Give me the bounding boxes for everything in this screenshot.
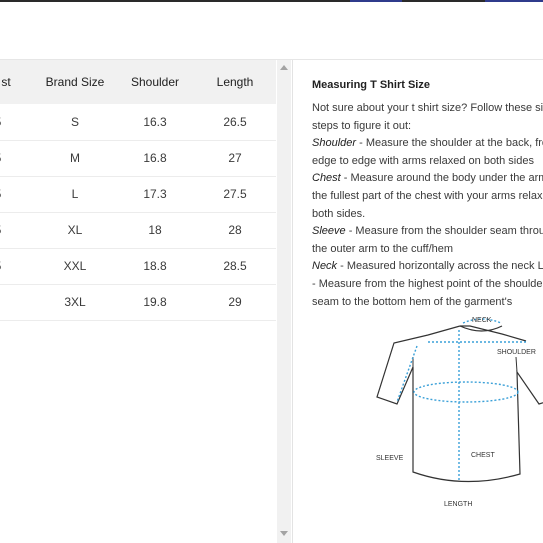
- top-bar-accent: [485, 0, 543, 2]
- table-row: 5 XXL 18.8 28.5: [0, 248, 276, 285]
- scroll-up-arrow-icon[interactable]: [280, 65, 288, 70]
- length-label: LENGTH: [444, 501, 472, 508]
- table-row: 5 L 17.3 27.5: [0, 176, 276, 213]
- table-scrollbar[interactable]: [277, 60, 291, 543]
- cell-length: 26.5: [223, 115, 247, 129]
- cell-chest: 5: [0, 115, 8, 129]
- neck-label: NECK: [472, 317, 492, 324]
- shoulder-label: SHOULDER: [497, 349, 536, 356]
- cell-length: 29: [228, 295, 242, 309]
- header-length: Length: [216, 75, 254, 89]
- guide-title: Measuring T Shirt Size: [312, 79, 430, 91]
- sleeve-label: SLEEVE: [376, 455, 404, 462]
- cell-brand-size: XL: [67, 223, 83, 237]
- header-chest: st: [1, 75, 11, 89]
- text-sleeve: - Measure from the shoulder seam through…: [312, 225, 543, 255]
- table-row: 5 XL 18 28: [0, 212, 276, 249]
- cell-brand-size: 3XL: [64, 295, 86, 309]
- top-bar-accent: [350, 0, 402, 2]
- chest-label: CHEST: [471, 452, 495, 459]
- header-shoulder: Shoulder: [130, 75, 180, 89]
- guide-item-neck: Neck - Measured horizontally across the …: [312, 258, 543, 311]
- sleeve-measure-line: [396, 345, 418, 403]
- term-neck: Neck: [312, 260, 338, 273]
- cell-length: 27.5: [223, 187, 247, 201]
- cell-shoulder: 18: [148, 223, 162, 237]
- scroll-down-arrow-icon[interactable]: [280, 531, 288, 536]
- panel-divider: [292, 60, 293, 543]
- cell-chest: 5: [0, 223, 8, 237]
- tshirt-shoulder-line: [460, 325, 527, 342]
- size-chart-table: st Brand Size Shoulder Length 5 S 16.3 2…: [0, 60, 276, 543]
- table-row: 3XL 19.8 29: [0, 284, 276, 321]
- tshirt-measurement-diagram: NECK SHOULDER SLEEVE CHEST LENGTH: [376, 317, 543, 508]
- text-neck: - Measured horizontally across the neck …: [312, 260, 543, 308]
- cell-shoulder: 18.8: [143, 259, 167, 273]
- cell-brand-size: M: [70, 151, 80, 165]
- guide-item-sleeve: Sleeve - Measure from the shoulder seam …: [312, 223, 543, 258]
- cell-length: 27: [228, 151, 242, 165]
- guide-text: Not sure about your t shirt size? Follow…: [312, 100, 543, 311]
- guide-item-chest: Chest - Measure around the body under th…: [312, 170, 543, 223]
- cell-brand-size: L: [71, 187, 79, 201]
- cell-chest: 5: [0, 187, 8, 201]
- guide-item-shoulder: Shoulder - Measure the shoulder at the b…: [312, 135, 543, 170]
- table-row: 5 S 16.3 26.5: [0, 104, 276, 141]
- cell-chest: 5: [0, 151, 8, 165]
- cell-brand-size: XXL: [63, 259, 87, 273]
- cell-brand-size: S: [70, 115, 79, 129]
- table-row: 5 M 16.8 27: [0, 140, 276, 177]
- chest-measure-line: [413, 381, 519, 403]
- term-chest: Chest: [312, 172, 341, 185]
- term-shoulder: Shoulder: [312, 137, 357, 150]
- term-sleeve: Sleeve: [312, 225, 346, 238]
- guide-intro: Not sure about your t shirt size? Follow…: [312, 102, 543, 132]
- header-brand-size: Brand Size: [45, 75, 105, 89]
- cell-chest: 5: [0, 259, 8, 273]
- top-bar: [0, 0, 543, 2]
- measuring-guide: Measuring T Shirt Size Not sure about yo…: [312, 60, 543, 543]
- table-header-row: st Brand Size Shoulder Length: [0, 60, 276, 104]
- cell-shoulder: 17.3: [143, 187, 167, 201]
- cell-length: 28: [228, 223, 242, 237]
- cell-shoulder: 16.3: [143, 115, 167, 129]
- cell-length: 28.5: [223, 259, 247, 273]
- cell-shoulder: 19.8: [143, 295, 167, 309]
- text-chest: - Measure around the body under the arms…: [312, 172, 543, 220]
- tshirt-armhole: [412, 356, 518, 373]
- cell-shoulder: 16.8: [143, 151, 167, 165]
